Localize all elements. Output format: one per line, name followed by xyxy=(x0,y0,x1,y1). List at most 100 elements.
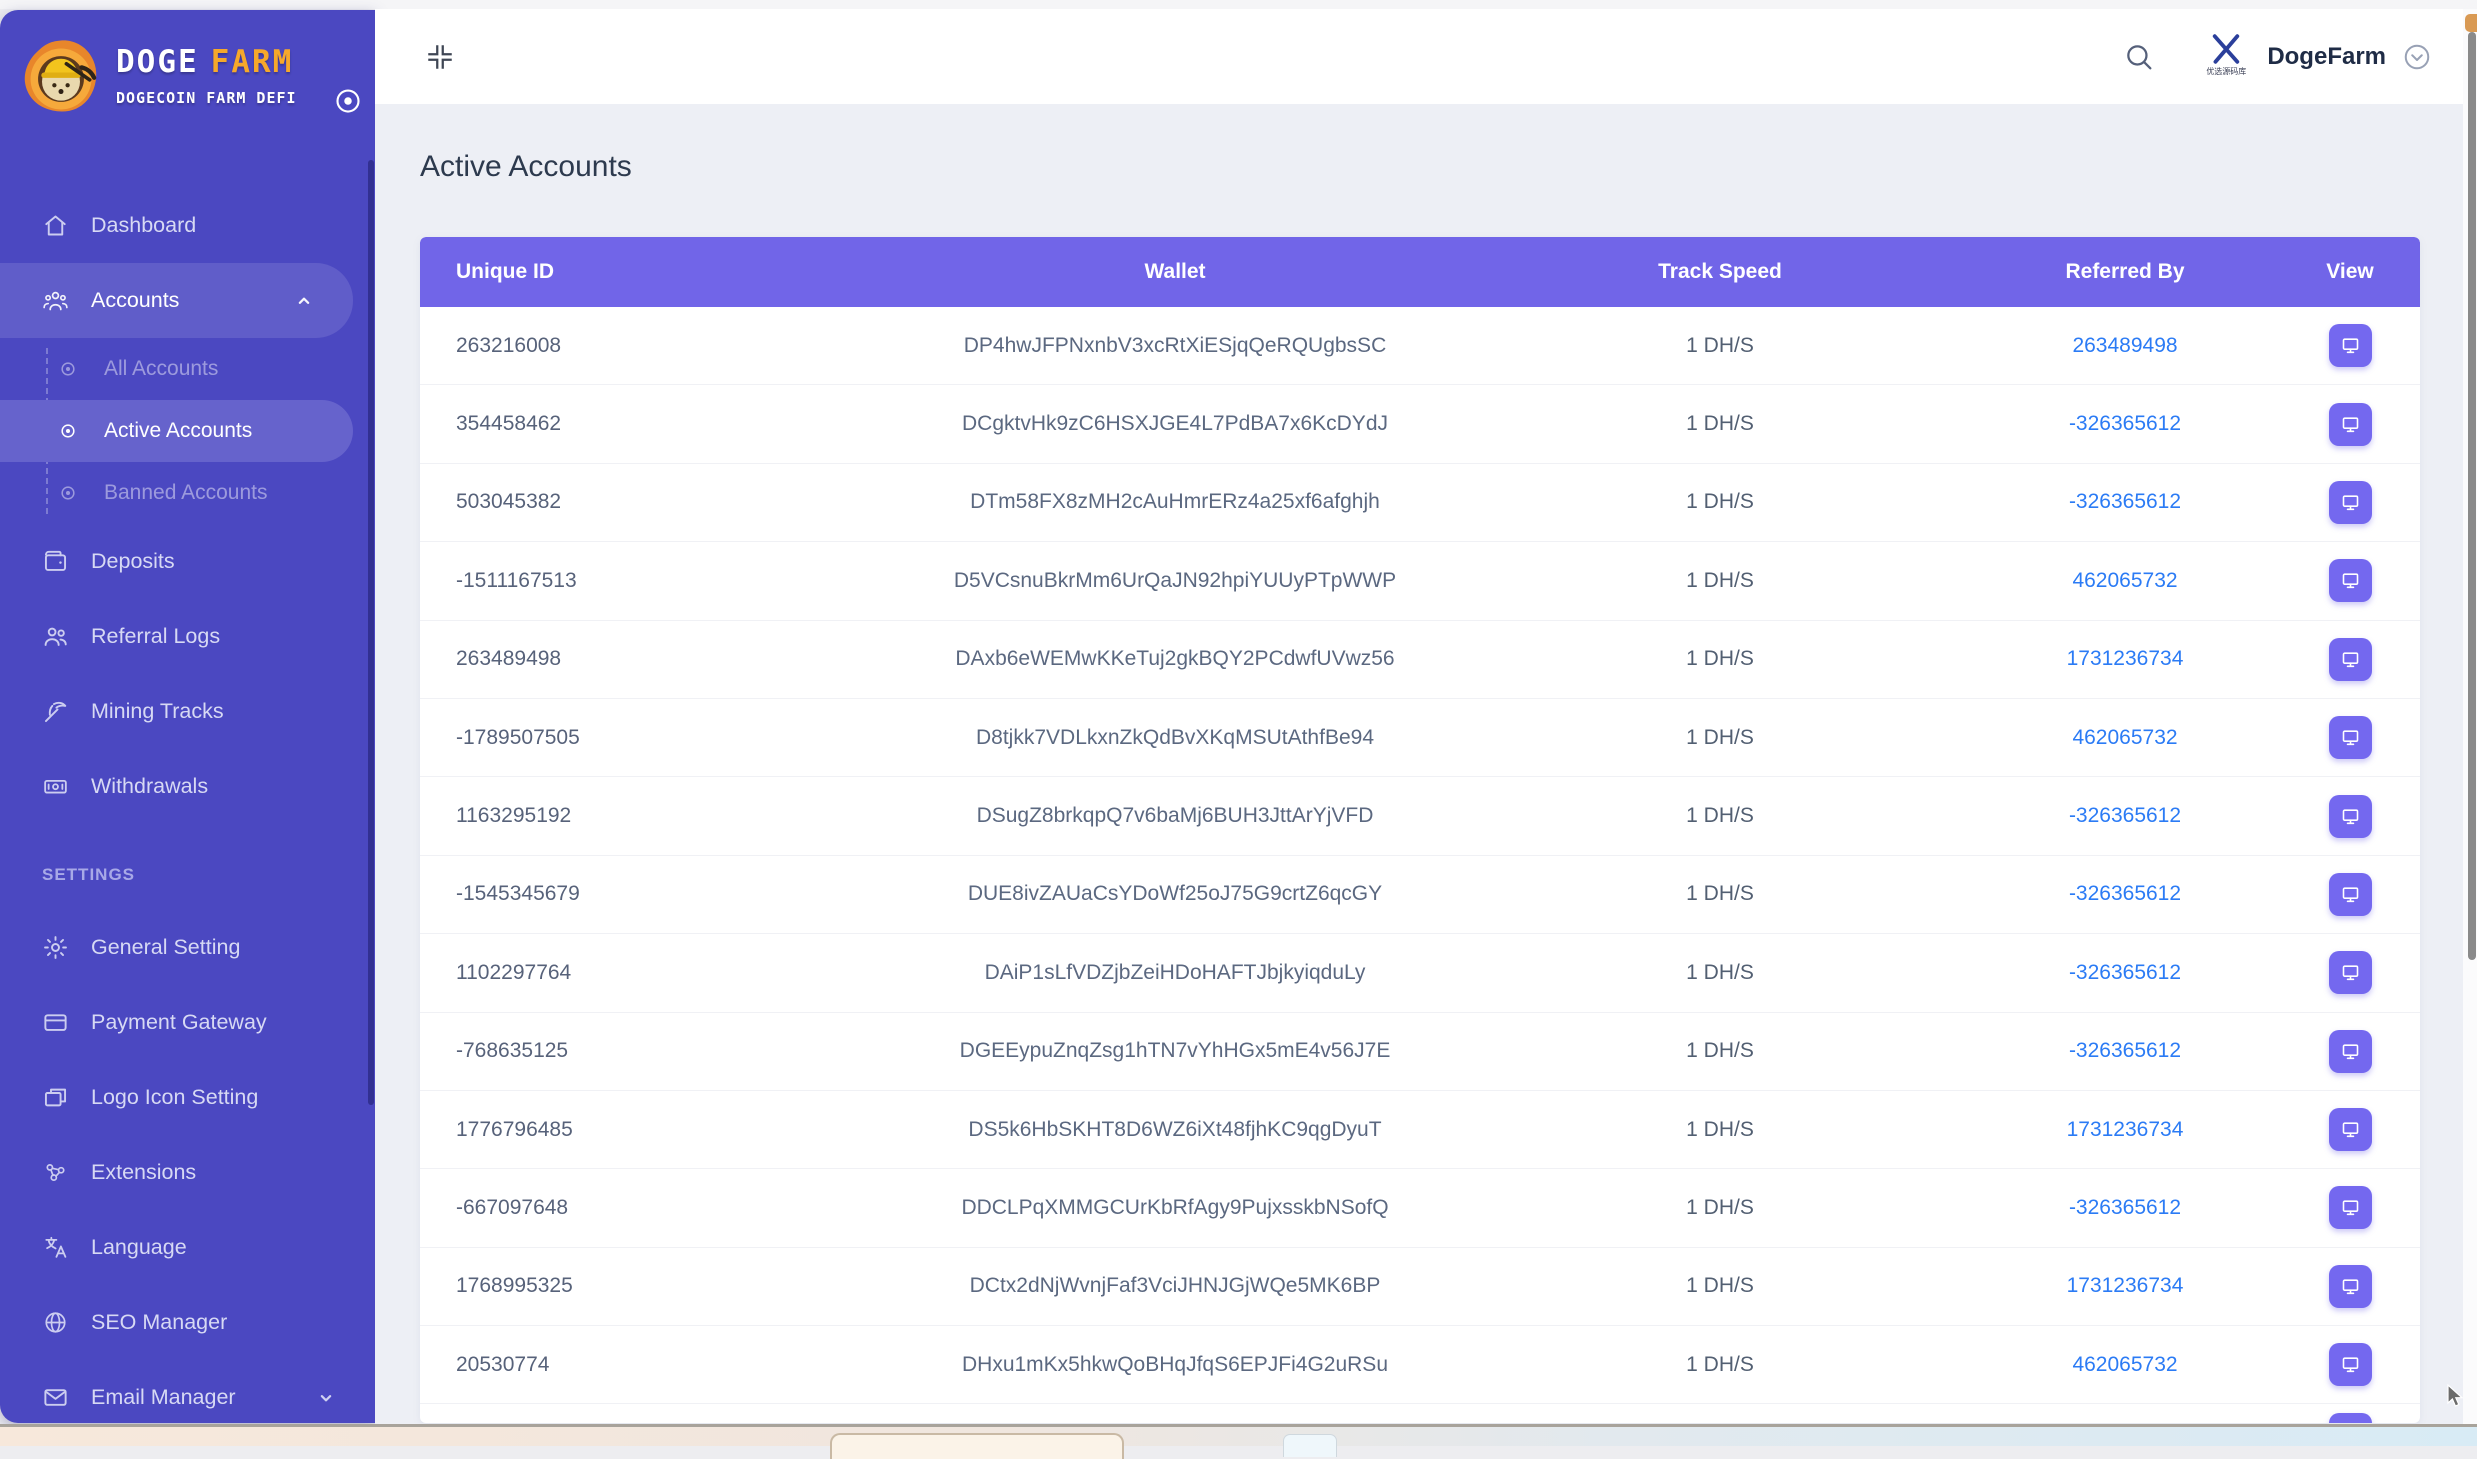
referred-by-link[interactable]: 263489498 xyxy=(1970,334,2280,358)
monitor-icon xyxy=(2340,1041,2361,1062)
sidebar-item-label: General Setting xyxy=(91,935,241,959)
sidebar-item-label: Deposits xyxy=(91,549,175,573)
wallet-cell: D5VCsnuBkrMm6UrQaJN92hpiYUUyPTpWWP xyxy=(953,568,1397,592)
sidebar-item-referral-logs[interactable]: Referral Logs xyxy=(0,599,375,674)
column-header-referred-by: Referred By xyxy=(2065,260,2185,283)
sidebar-item-email-manager[interactable]: Email Manager xyxy=(0,1360,375,1423)
view-button[interactable] xyxy=(2328,1264,2372,1308)
column-header-unique-id: Unique ID xyxy=(456,260,554,283)
view-button[interactable] xyxy=(2328,559,2372,603)
window-top-strip xyxy=(0,0,2477,9)
search-icon[interactable] xyxy=(2123,41,2155,73)
referred-by-link[interactable]: 1731236734 xyxy=(1970,647,2280,671)
monitor-icon xyxy=(2340,1119,2361,1140)
referred-by-link[interactable]: -326365612 xyxy=(1970,1196,2280,1220)
sidebar-item-label: Dashboard xyxy=(91,213,197,237)
sidebar-item-general-setting[interactable]: General Setting xyxy=(0,910,375,985)
referred-by-link[interactable]: -326365612 xyxy=(1970,412,2280,436)
referred-by-link[interactable]: 1731236734 xyxy=(1970,1118,2280,1142)
sidebar-item-dashboard[interactable]: Dashboard xyxy=(0,188,375,263)
table-row-partial xyxy=(420,1403,2420,1423)
radio-icon xyxy=(58,421,78,441)
view-button[interactable] xyxy=(2328,872,2372,916)
sidebar-item-label: Language xyxy=(91,1235,187,1259)
sidebar-item-label: SEO Manager xyxy=(91,1310,228,1334)
sidebar-item-label: Email Manager xyxy=(91,1385,236,1409)
view-button[interactable] xyxy=(2328,1108,2372,1152)
circle-dot-icon[interactable] xyxy=(333,86,363,116)
envelope-icon xyxy=(42,1384,69,1411)
column-header-track-speed: Track Speed xyxy=(1658,260,1782,283)
sidebar-item-accounts[interactable]: Accounts xyxy=(0,263,353,338)
referred-by-link[interactable]: -326365612 xyxy=(1970,961,2280,985)
referred-by-link[interactable]: 462065732 xyxy=(1970,1353,2280,1377)
user-name[interactable]: DogeFarm xyxy=(2267,43,2386,71)
table-row: 1776796485 DS5k6HbSKHT8D6WZ6iXt48fjhKC9qg… xyxy=(420,1089,2420,1168)
sidebar-item-mining-tracks[interactable]: Mining Tracks xyxy=(0,674,375,749)
view-button[interactable] xyxy=(2328,1343,2372,1387)
view-button[interactable] xyxy=(2328,1029,2372,1073)
view-button[interactable] xyxy=(2328,794,2372,838)
view-button[interactable] xyxy=(2328,637,2372,681)
page-scrollbar[interactable] xyxy=(2468,32,2476,960)
view-button[interactable] xyxy=(2328,951,2372,995)
view-button[interactable] xyxy=(2328,1413,2372,1423)
view-button[interactable] xyxy=(2328,716,2372,760)
background-input-fragment xyxy=(830,1433,1124,1459)
table-row: 503045382 DTm58FX8zMH2cAuHmrERz4a25xf6afg… xyxy=(420,462,2420,541)
monitor-icon xyxy=(2340,1197,2361,1218)
sidebar-item-active-accounts[interactable]: Active Accounts xyxy=(0,400,353,462)
table-body: 263216008 DP4hwJFPNxnbV3xcRtXiESjqQeRQUgb… xyxy=(420,307,2420,1423)
home-icon xyxy=(42,212,69,239)
wallet-cell: DP4hwJFPNxnbV3xcRtXiESjqQeRQUgbsSC xyxy=(963,333,1387,357)
wallet-cell: DAiP1sLfVDZjbZeiHDoHAFTJbjkyiqduLy xyxy=(984,960,1366,984)
referred-by-link[interactable]: -326365612 xyxy=(1970,804,2280,828)
referred-by-link[interactable]: 1731236734 xyxy=(1970,1274,2280,1298)
track-speed-cell: 1 DH/S xyxy=(1686,1195,1754,1219)
monitor-icon xyxy=(2340,649,2361,670)
view-button[interactable] xyxy=(2328,324,2372,368)
sidebar-item-all-accounts[interactable]: All Accounts xyxy=(0,338,375,400)
table-row: -1789507505 D8tjkk7VDLkxnZkQdBvXKqMSUtAth… xyxy=(420,697,2420,776)
chevron-down-circle-icon[interactable] xyxy=(2402,42,2432,72)
referred-by-link[interactable]: 462065732 xyxy=(1970,726,2280,750)
sidebar-item-label: Accounts xyxy=(91,288,180,312)
user-avatar[interactable]: 优选源码库 xyxy=(2203,31,2249,83)
wallet-cell: DAxb6eWEMwKKeTuj2gkBQY2PCdwfUVwz56 xyxy=(955,647,1395,671)
compress-icon[interactable] xyxy=(425,42,455,72)
sidebar-item-label: All Accounts xyxy=(104,357,219,380)
doge-logo-icon xyxy=(18,36,104,122)
sidebar-item-seo-manager[interactable]: SEO Manager xyxy=(0,1285,375,1360)
sidebar-item-label: Referral Logs xyxy=(91,624,221,648)
view-button[interactable] xyxy=(2328,402,2372,446)
sidebar-item-payment-gateway[interactable]: Payment Gateway xyxy=(0,985,375,1060)
table-row: 1163295192 DSugZ8brkqpQ7v6baMj6BUH3JttArY… xyxy=(420,776,2420,854)
wallet-cell: DS5k6HbSKHT8D6WZ6iXt48fjhKC9qgDyuT xyxy=(968,1117,1382,1141)
sidebar-item-logo-icon-setting[interactable]: Logo Icon Setting xyxy=(0,1060,375,1135)
referred-by-link[interactable]: -326365612 xyxy=(1970,882,2280,906)
referred-by-link[interactable]: -326365612 xyxy=(1970,490,2280,514)
track-speed-cell: 1 DH/S xyxy=(1686,333,1754,357)
table-row: -1545345679 DUE8ivZAUaCsYDoWf25oJ75G9crtZ… xyxy=(420,854,2420,933)
sidebar-item-label: Payment Gateway xyxy=(91,1010,267,1034)
sidebar-item-withdrawals[interactable]: Withdrawals xyxy=(0,749,375,824)
unique-id-cell: 1102297764 xyxy=(456,960,572,984)
unique-id-cell: 263216008 xyxy=(456,333,562,357)
unique-id-cell: 1776796485 xyxy=(456,1117,573,1141)
sidebar-item-extensions[interactable]: Extensions xyxy=(0,1135,375,1210)
sidebar-item-banned-accounts[interactable]: Banned Accounts xyxy=(0,462,375,524)
view-button[interactable] xyxy=(2328,1186,2372,1230)
sidebar-scrollbar[interactable] xyxy=(368,160,374,1105)
sidebar-item-label: Withdrawals xyxy=(91,774,209,798)
wallet-cell: DUE8ivZAUaCsYDoWf25oJ75G9crtZ6qcGY xyxy=(967,882,1383,906)
track-speed-cell: 1 DH/S xyxy=(1686,882,1754,906)
view-button[interactable] xyxy=(2328,480,2372,524)
screen: DOGE FARM DOGECOIN FARM DEFI Dashboard Acc… xyxy=(0,0,2477,1459)
unique-id-cell: -1511167513 xyxy=(456,568,577,592)
referred-by-link[interactable]: 462065732 xyxy=(1970,569,2280,593)
sidebar-item-language[interactable]: Language xyxy=(0,1210,375,1285)
background-button-fragment xyxy=(1283,1434,1337,1457)
referred-by-link[interactable]: -326365612 xyxy=(1970,1039,2280,1063)
sidebar-item-deposits[interactable]: Deposits xyxy=(0,524,375,599)
monitor-icon xyxy=(2340,335,2361,356)
